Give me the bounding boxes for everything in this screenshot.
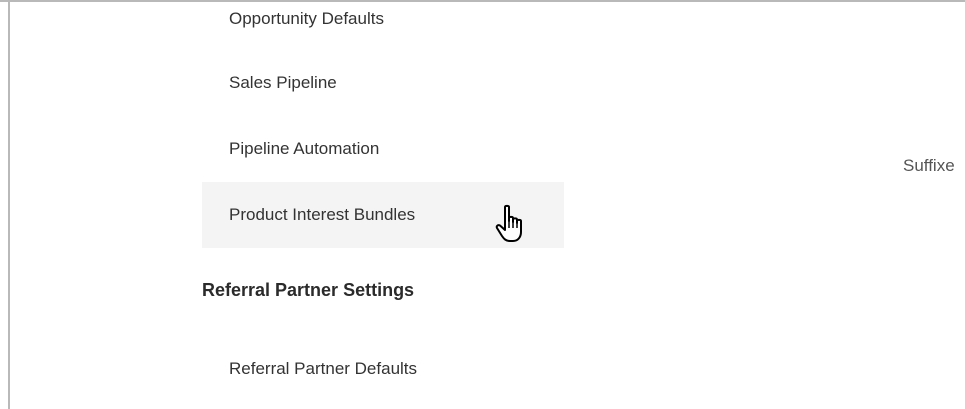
menu-item-sales-pipeline[interactable]: Sales Pipeline (202, 50, 564, 116)
left-border (8, 0, 10, 409)
menu-item-label: Opportunity Defaults (229, 9, 384, 28)
menu-item-label: Product Interest Bundles (229, 205, 416, 224)
menu-item-label: Sales Pipeline (229, 73, 337, 92)
menu-item-label: Pipeline Automation (229, 139, 380, 158)
menu-item-referral-partner-defaults[interactable]: Referral Partner Defaults (202, 336, 564, 402)
hand-pointer-icon (495, 204, 522, 242)
settings-page: Opportunity Defaults Sales Pipeline Pipe… (0, 0, 965, 409)
menu-item-opportunity-defaults[interactable]: Opportunity Defaults (202, 0, 564, 52)
menu-item-pipeline-automation[interactable]: Pipeline Automation (202, 116, 564, 182)
suffixes-label: Suffixe (903, 156, 955, 175)
menu-item-label: Referral Partner Defaults (229, 359, 418, 378)
section-heading-referral-partner-settings: Referral Partner Settings (202, 280, 415, 300)
